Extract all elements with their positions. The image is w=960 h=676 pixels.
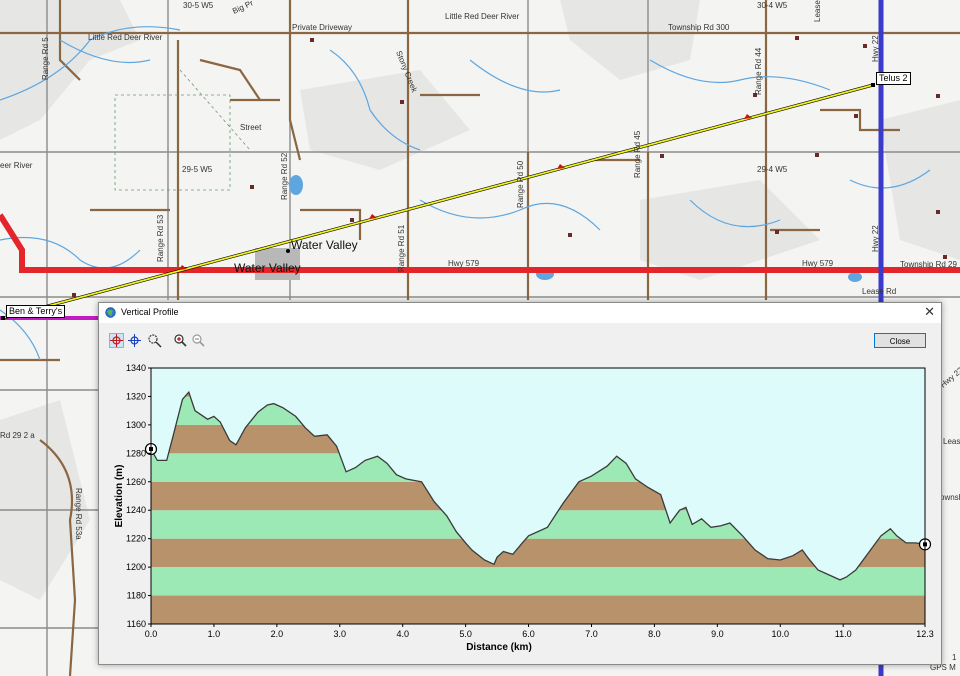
label-twp-29-4: 29-4 W5 (757, 165, 788, 174)
close-icon[interactable]: ✕ (924, 305, 935, 319)
elevation-profile-chart[interactable]: 1340 1320 1300 1280 1260 1240 1220 1200 1180 1160… (107, 364, 935, 658)
zoom-out-icon[interactable] (191, 333, 206, 348)
x-tick-label: 11.0 (835, 629, 852, 639)
label-little-red-deer-left: Little Red Deer River (88, 33, 163, 42)
label-one: 1 (952, 653, 957, 662)
pan-crosshair-tool-icon[interactable] (127, 333, 142, 348)
y-tick-label: 1220 (126, 534, 146, 544)
label-hwy-579-right: Hwy 579 (802, 259, 834, 268)
label-lease-top: Lease R (813, 0, 822, 22)
x-tick-label: 6.0 (522, 629, 535, 639)
y-tick-label: 1300 (126, 420, 146, 430)
label-range-rd-53a: Range Rd 53a (74, 488, 83, 540)
x-tick-label: 1.0 (208, 629, 221, 639)
pond (289, 175, 303, 195)
x-tick-label: 12.3 (916, 629, 934, 639)
waypoint-label-telus-2[interactable]: Telus 2 (876, 72, 911, 85)
y-tick-label: 1260 (126, 477, 146, 487)
y-tick-label: 1340 (126, 364, 146, 373)
label-hwy-579-mid: Hwy 579 (448, 259, 480, 268)
label-range-rd-45: Range Rd 45 (633, 130, 642, 178)
label-township-rd-29: Township Rd 29 (900, 260, 957, 269)
label-lease-rd: Lease Rd (862, 287, 896, 296)
label-water-valley-town: Water Valley (291, 238, 358, 252)
label-rd-292a: Rd 29 2 a (0, 431, 35, 440)
zoom-in-icon[interactable] (173, 333, 188, 348)
elevation-band (151, 567, 925, 596)
elevation-band (151, 595, 925, 624)
x-tick-label: 9.0 (711, 629, 724, 639)
label-twp-29-5: 29-5 W5 (182, 165, 213, 174)
x-tick-label: 5.0 (459, 629, 472, 639)
y-axis-ticks: 1340 1320 1300 1280 1260 1240 1220 1200 1180 1160 (126, 364, 151, 629)
y-tick-label: 1280 (126, 448, 146, 458)
label-twp-30-5: 30-5 W5 (183, 1, 214, 10)
label-range-rd-44: Range Rd 44 (754, 47, 763, 95)
globe-icon (105, 307, 116, 318)
label-deer-river: eer River (0, 161, 33, 170)
x-tick-label: 2.0 (271, 629, 284, 639)
close-button[interactable]: Close (874, 333, 926, 348)
label-twp-30-4: 30-4 W5 (757, 1, 788, 10)
label-range-rd-53: Range Rd 53 (156, 214, 165, 262)
x-axis-label: Distance (km) (466, 642, 532, 653)
pond (848, 272, 862, 282)
y-tick-label: 1160 (127, 619, 146, 629)
label-hwy-22-mid: Hwy 22 (871, 225, 880, 252)
waypoint-label-ben-terrys[interactable]: Ben & Terry's (6, 305, 66, 318)
x-axis-ticks: 0.0 1.0 2.0 3.0 4.0 5.0 6.0 7.0 8.0 9.0 10.0 11.0 12… (145, 624, 934, 639)
label-range-rd-52: Range Rd 52 (280, 152, 289, 200)
label-range-rd-50: Range Rd 50 (516, 160, 525, 208)
y-tick-label: 1240 (126, 505, 146, 515)
x-tick-label: 0.0 (145, 629, 158, 639)
label-range-rd-5x: Range Rd 5 (41, 37, 50, 80)
y-tick-label: 1180 (127, 591, 146, 601)
label-water-valley-road: Water Valley (234, 261, 301, 275)
waypoint-start-marker[interactable] (1, 316, 5, 320)
y-tick-label: 1320 (126, 391, 146, 401)
select-crosshair-tool-icon[interactable] (109, 333, 124, 348)
x-tick-label: 3.0 (334, 629, 347, 639)
zoom-select-tool-icon[interactable] (147, 333, 162, 348)
label-hwy-22-top: Hwy 22 (871, 35, 880, 62)
waypoint-end-marker[interactable] (871, 83, 875, 87)
x-tick-label: 4.0 (396, 629, 409, 639)
x-tick-label: 10.0 (772, 629, 790, 639)
label-range-rd-51: Range Rd 51 (397, 224, 406, 272)
dialog-title: Vertical Profile (121, 307, 179, 317)
label-township-rd-300: Township Rd 300 (668, 23, 730, 32)
label-private-driveway: Private Driveway (292, 23, 352, 32)
label-township-right: ownship (940, 493, 960, 502)
town-marker (286, 249, 290, 253)
y-axis-label: Elevation (m) (114, 465, 125, 528)
vertical-profile-dialog: Vertical Profile ✕ Close 1340 1320 1300 128… (98, 302, 942, 665)
label-lease-right: Lease (943, 437, 960, 446)
label-little-red-deer-top: Little Red Deer River (445, 12, 520, 21)
y-tick-label: 1200 (126, 562, 146, 572)
dialog-titlebar[interactable]: Vertical Profile ✕ (99, 303, 941, 323)
x-tick-label: 7.0 (585, 629, 598, 639)
label-street: Street (240, 123, 262, 132)
x-tick-label: 8.0 (648, 629, 661, 639)
